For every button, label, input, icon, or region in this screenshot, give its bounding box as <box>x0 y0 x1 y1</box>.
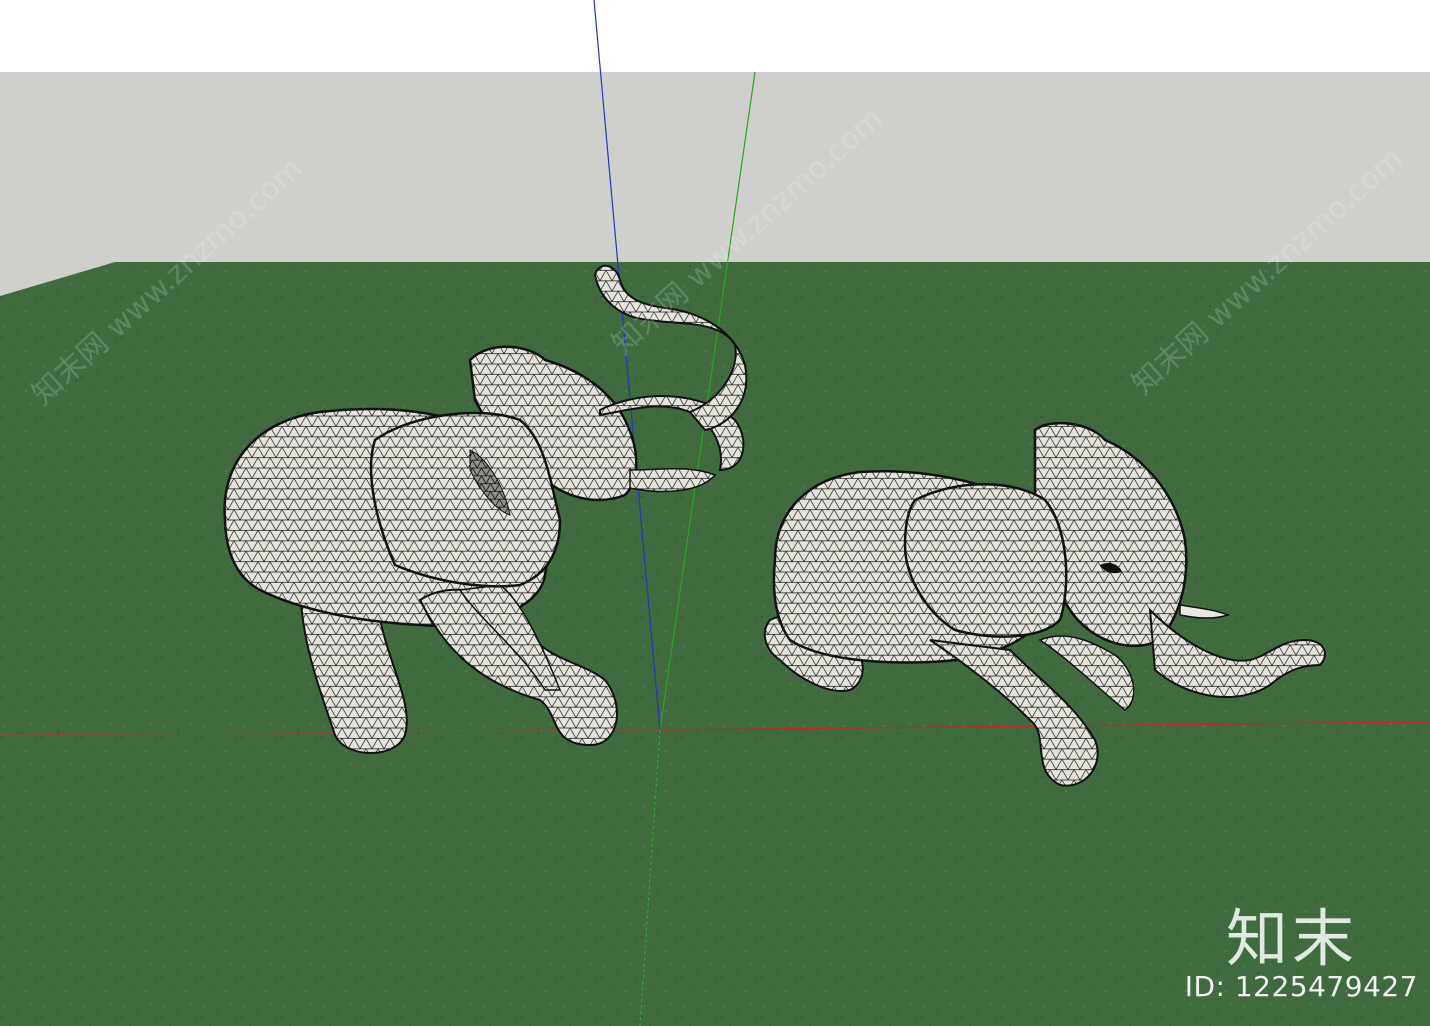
ground-plane <box>0 262 1430 1026</box>
scene-canvas[interactable] <box>0 0 1430 1026</box>
3d-viewport[interactable]: 知末网 www.znzmo.com 知末网 www.znzmo.com 知末网 … <box>0 0 1430 1026</box>
watermark-id: ID: 1225479427 <box>1184 970 1418 1003</box>
sky <box>0 0 1430 75</box>
watermark-logo: 知末 <box>1225 902 1358 975</box>
